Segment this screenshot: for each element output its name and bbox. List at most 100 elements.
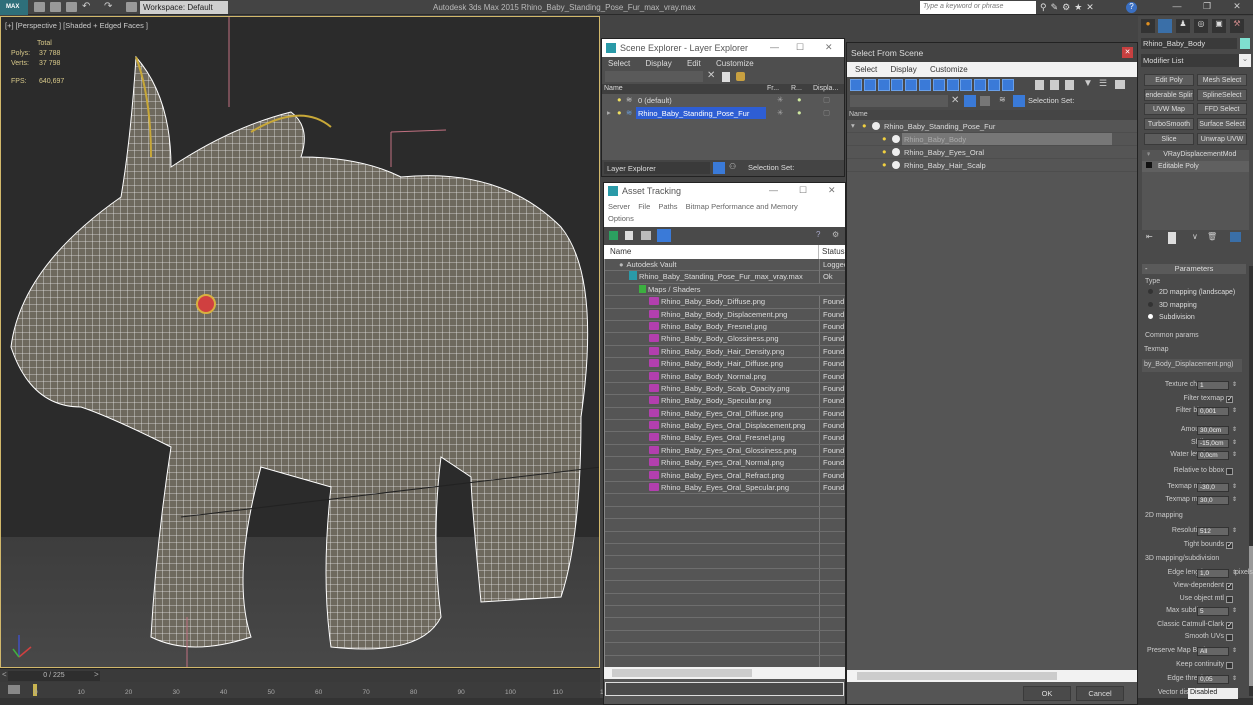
spinner-arrows-icon[interactable]: ⇕ (1232, 647, 1237, 654)
radio-icon[interactable] (1148, 301, 1153, 307)
edge-length-spinner[interactable]: 1,0 (1197, 569, 1229, 578)
asset-name-cell[interactable]: Rhino_Baby_Eyes_Oral_Displacement.png (649, 420, 805, 432)
menu-bitmap-performance[interactable]: Bitmap Performance and Memory (686, 202, 798, 211)
frame-counter[interactable]: 0 / 225 (8, 671, 100, 681)
tree-item-label[interactable]: Rhino_Baby_Standing_Pose_Fur (882, 120, 997, 132)
filter-toggle-icon[interactable] (946, 79, 959, 91)
modifier-button[interactable]: FFD Select (1197, 103, 1247, 116)
expand-arrow-icon[interactable]: ▾ (851, 121, 855, 130)
layer-row[interactable]: ● ≋ 0 (default) ✳ ● ▢ (602, 94, 844, 107)
spinner-arrows-icon[interactable]: ⇕ (1232, 381, 1237, 388)
workspace-dropdown[interactable]: Workspace: Default (140, 1, 228, 14)
asset-hscrollbar[interactable] (604, 667, 845, 679)
filter-toggle-icon[interactable] (960, 79, 973, 91)
catmull-clark-checkbox[interactable]: ✓ (1226, 622, 1233, 629)
asset-row[interactable]: Rhino_Baby_Body_Hair_Diffuse.png Found (605, 358, 845, 371)
case-sensitive-icon[interactable] (964, 95, 976, 107)
stack-item-label[interactable]: Editable Poly (1158, 163, 1199, 170)
filter-toggle-icon[interactable] (905, 79, 918, 91)
tree-row[interactable]: ● Rhino_Baby_Body (847, 133, 1137, 146)
make-unique-icon[interactable]: ∨ (1192, 232, 1198, 241)
close-button[interactable]: ✕ (825, 42, 833, 53)
asset-row[interactable]: Rhino_Baby_Body_Scalp_Opacity.png Found (605, 382, 845, 396)
scroll-thumb[interactable] (1249, 546, 1253, 686)
clear-icon[interactable]: ✕ (951, 95, 959, 106)
minimize-button[interactable]: — (769, 185, 778, 195)
col-name[interactable]: Name (610, 245, 631, 259)
asset-row[interactable]: Rhino_Baby_Body_Specular.png Found (605, 395, 845, 408)
asset-row[interactable]: Rhino_Baby_Eyes_Oral_Specular.png Found (605, 482, 845, 495)
search-input[interactable]: Type a keyword or phrase (920, 1, 1036, 14)
menu-paths[interactable]: Paths (658, 202, 677, 211)
list-icon[interactable] (625, 231, 633, 240)
asset-row[interactable]: Rhino_Baby_Eyes_Oral_Fresnel.png Found (605, 432, 845, 445)
tree-item-label[interactable]: Rhino_Baby_Eyes_Oral (902, 146, 986, 158)
modifier-button[interactable]: UVW Map (1144, 103, 1194, 116)
new-file-icon[interactable] (34, 2, 45, 12)
asset-row[interactable]: Rhino_Baby_Eyes_Oral_Glossiness.png Found (605, 444, 845, 458)
help-icon[interactable]: ? (1126, 2, 1137, 13)
render-teapot-icon[interactable]: ● (797, 108, 802, 117)
filter-options-icon[interactable]: ☰ (1099, 78, 1107, 89)
view-dependent-checkbox[interactable]: ✓ (1226, 583, 1233, 590)
layer-name-selected[interactable]: Rhino_Baby_Standing_Pose_Fur (636, 107, 766, 119)
collapse-icon[interactable]: - (1145, 264, 1148, 273)
modifier-button[interactable]: SplineSelect (1197, 88, 1247, 101)
render-teapot-icon[interactable]: ● (797, 95, 802, 104)
tree-row[interactable]: ● Rhino_Baby_Hair_Scalp (847, 159, 1137, 172)
modifier-button[interactable]: Surface Select (1197, 118, 1247, 131)
hierarchy-tab-icon[interactable]: ♟ (1176, 19, 1190, 33)
use-object-mtl-checkbox[interactable] (1226, 596, 1233, 603)
display-icon[interactable]: ▢ (823, 95, 830, 104)
track-bar[interactable]: 010203040506070809010011012 (0, 682, 607, 698)
columns-icon[interactable] (1115, 80, 1125, 89)
asset-name-cell[interactable]: Rhino_Baby_Body_Hair_Diffuse.png (649, 358, 783, 370)
asset-row[interactable]: Rhino_Baby_Eyes_Oral_Displacement.png Fou… (605, 420, 845, 433)
scroll-thumb[interactable] (612, 669, 752, 677)
spinner-arrows-icon[interactable]: ⇕ (1232, 439, 1237, 446)
object-color-swatch[interactable] (1240, 38, 1250, 49)
filter-toggle-icon[interactable] (932, 79, 945, 91)
modifier-stack[interactable]: ♀ VRayDisplacementMod Editable Poly (1142, 150, 1249, 230)
menu-display[interactable]: Display (890, 65, 916, 74)
asset-row[interactable]: Rhino_Baby_Eyes_Oral_Diffuse.png Found (605, 407, 845, 421)
col-display[interactable]: Displa... (813, 85, 838, 92)
col-render[interactable]: R... (791, 85, 802, 92)
preserve-map-dropdown[interactable]: All (1197, 647, 1229, 656)
thumbnail-icon[interactable] (641, 231, 651, 240)
asset-name-cell[interactable]: Rhino_Baby_Body_Scalp_Opacity.png (649, 383, 790, 395)
stack-item[interactable]: Editable Poly (1142, 161, 1249, 172)
col-name[interactable]: Name (604, 85, 623, 92)
asset-name-cell[interactable]: Rhino_Baby_Eyes_Oral_Specular.png (649, 482, 789, 494)
smooth-uvs-checkbox[interactable] (1226, 634, 1233, 641)
close-button[interactable]: ✕ (828, 185, 836, 196)
expand-arrow-icon[interactable]: ▸ (607, 108, 611, 117)
layer-add-icon[interactable] (736, 72, 745, 81)
asset-name-cell[interactable]: Rhino_Baby_Standing_Pose_Fur_max_vray.ma… (629, 271, 803, 283)
filter-toggle-icon[interactable] (988, 79, 1000, 91)
modifier-button[interactable]: TurboSmooth (1144, 118, 1194, 131)
asset-name-cell[interactable]: Rhino_Baby_Body_Normal.png (649, 371, 766, 383)
texmap-min-spinner[interactable]: -30,0 (1197, 483, 1229, 492)
restore-button[interactable]: ❐ (1198, 1, 1216, 14)
tree-row[interactable]: ▾ ● Rhino_Baby_Standing_Pose_Fur (847, 120, 1137, 133)
asset-name-cell[interactable]: Rhino_Baby_Body_Fresnel.png (649, 321, 767, 333)
help-icon[interactable]: ? (816, 230, 820, 239)
shift-spinner[interactable]: -15,0cm (1197, 439, 1229, 448)
next-frame-button[interactable]: > (94, 670, 99, 679)
display-icon[interactable]: ▢ (823, 108, 830, 117)
display-filter-icon[interactable] (1065, 80, 1074, 90)
explorer-type-dropdown[interactable]: Layer Explorer (604, 162, 710, 174)
filter-toggle-icon[interactable] (877, 79, 890, 91)
display-tab-icon[interactable]: ▣ (1212, 19, 1226, 33)
redo-icon[interactable]: ↷ (104, 1, 112, 12)
asset-row[interactable]: Maps / Shaders (605, 284, 845, 297)
create-tab-icon[interactable]: ● (1141, 19, 1155, 33)
col-freeze[interactable]: Fr... (767, 85, 779, 92)
texmap-button[interactable]: by_Body_Displacement.png) (1142, 359, 1242, 372)
spinner-arrows-icon[interactable]: ⇕ (1232, 483, 1237, 490)
prev-frame-button[interactable]: < (2, 670, 7, 679)
radio-checked-icon[interactable] (1148, 314, 1153, 319)
asset-name-cell[interactable]: Rhino_Baby_Eyes_Oral_Refract.png (649, 470, 784, 482)
asset-name-cell[interactable]: Rhino_Baby_Body_Displacement.png (649, 309, 787, 321)
